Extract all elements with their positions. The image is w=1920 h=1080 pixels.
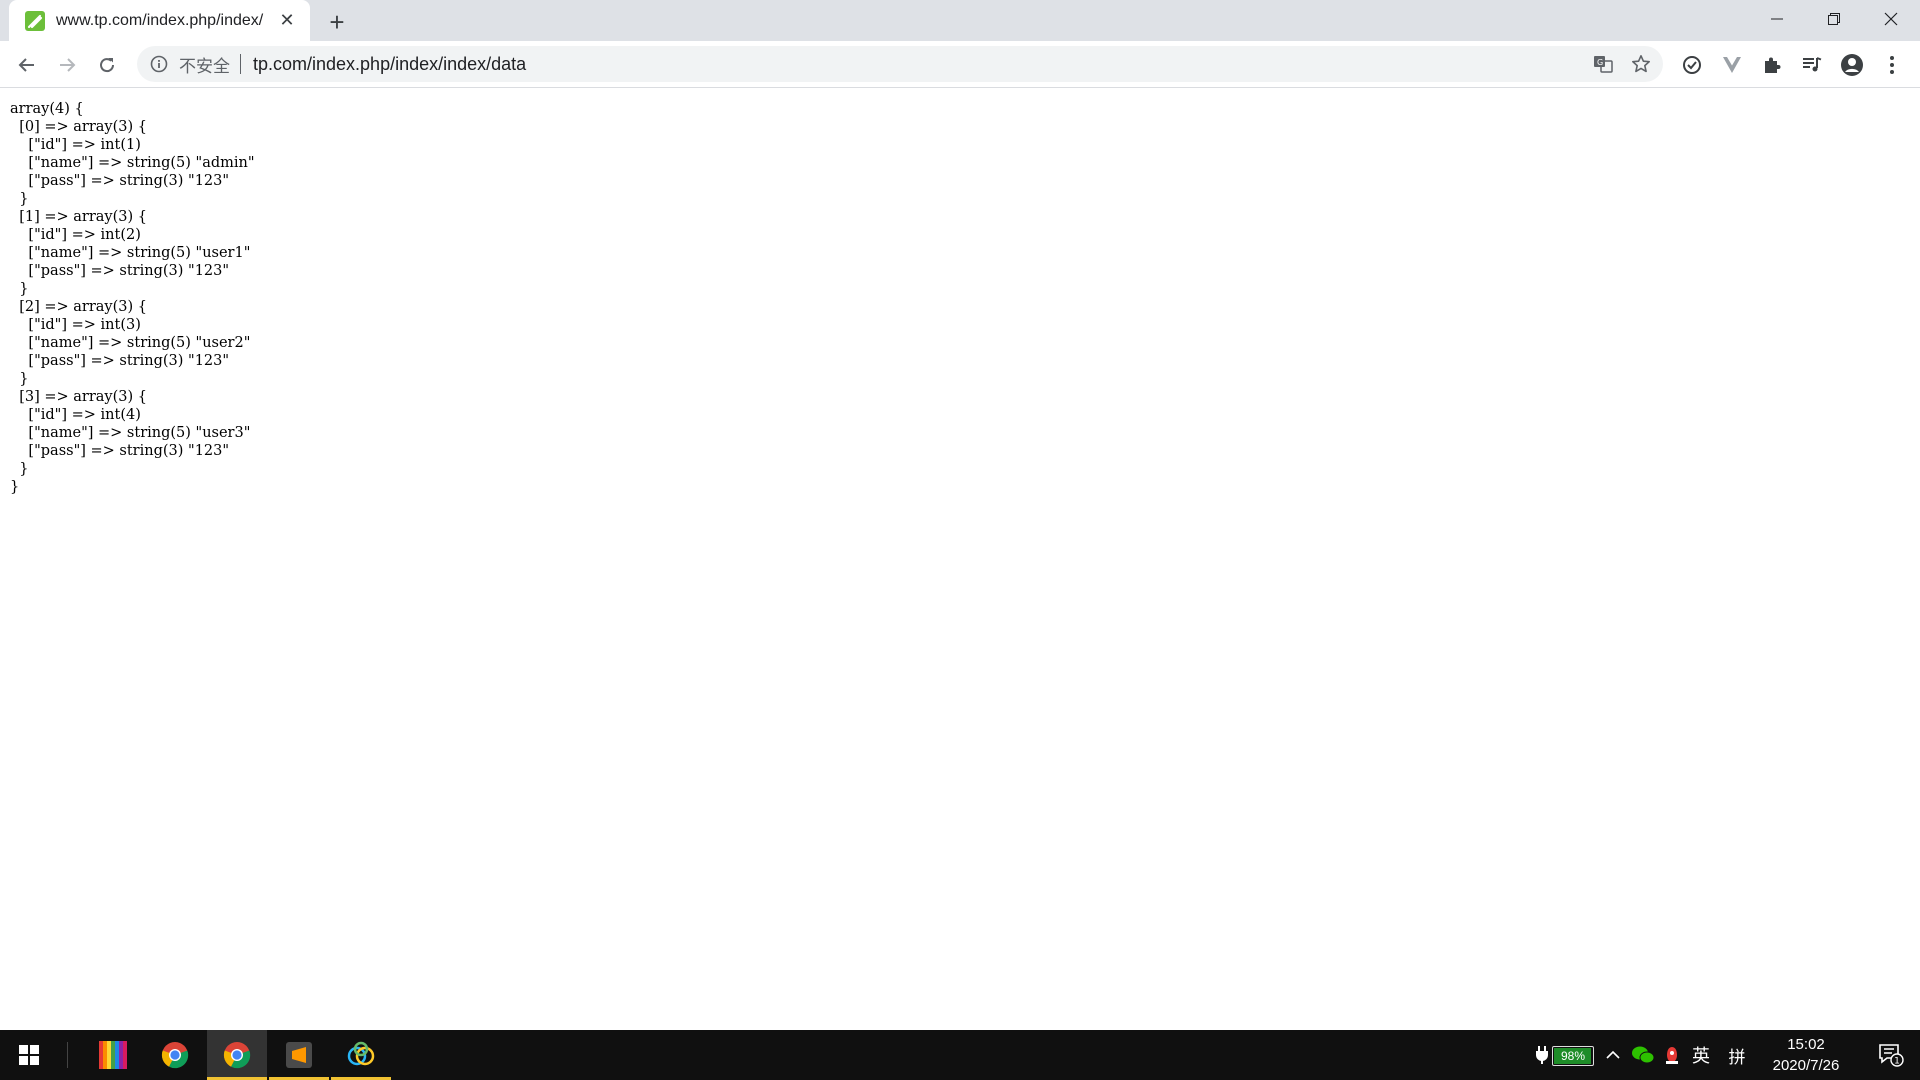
chevron-up-icon bbox=[1606, 1050, 1620, 1059]
profile-button[interactable] bbox=[1836, 49, 1868, 81]
var-dump-output: array(4) { [0] => array(3) { ["id"] => i… bbox=[10, 100, 255, 496]
dump-line: ["id"] => int(2) bbox=[10, 227, 141, 243]
dump-line: } bbox=[10, 191, 29, 207]
dump-line: ["pass"] => string(3) "123" bbox=[10, 353, 230, 369]
dump-line: [2] => array(3) { bbox=[10, 299, 147, 315]
new-tab-button[interactable]: + bbox=[323, 7, 351, 37]
thinkphp-favicon-icon bbox=[25, 10, 45, 31]
sublime-text-icon bbox=[286, 1042, 312, 1068]
show-hidden-icons-button[interactable] bbox=[1601, 1030, 1625, 1080]
start-button[interactable] bbox=[0, 1030, 58, 1080]
forward-button[interactable] bbox=[51, 49, 83, 81]
vue-devtools-icon bbox=[1723, 57, 1741, 73]
taskbar-app-hbuilder[interactable] bbox=[331, 1030, 391, 1080]
taskbar-app-chrome-active[interactable] bbox=[207, 1030, 267, 1080]
input-method-tray-icon[interactable] bbox=[1660, 1030, 1684, 1080]
dump-line: } bbox=[10, 479, 20, 495]
minimize-button[interactable] bbox=[1748, 0, 1805, 38]
dump-line: ["name"] => string(5) "user3" bbox=[10, 425, 251, 441]
tab-close-icon[interactable]: ✕ bbox=[276, 10, 298, 32]
chrome-icon bbox=[223, 1042, 251, 1069]
ime-mode-toggle[interactable]: 拼 bbox=[1724, 1030, 1750, 1080]
dump-line: ["pass"] => string(3) "123" bbox=[10, 443, 230, 459]
arrow-right-icon bbox=[60, 58, 76, 72]
wechat-tray-icon[interactable] bbox=[1629, 1030, 1657, 1080]
windows-taskbar: 98% 英 拼 15:02 2020/7/26 1 bbox=[0, 1030, 1920, 1080]
taskbar-app-colorful[interactable] bbox=[83, 1030, 143, 1080]
taskbar-divider bbox=[67, 1042, 68, 1068]
address-bar[interactable]: 不安全 tp.com/index.php/index/index/data G bbox=[137, 46, 1663, 82]
close-window-button[interactable] bbox=[1862, 0, 1919, 38]
extensions-button[interactable] bbox=[1756, 49, 1788, 81]
taskbar-app-chrome[interactable] bbox=[145, 1030, 205, 1080]
dump-line: [1] => array(3) { bbox=[10, 209, 147, 225]
sync-extension-icon bbox=[1683, 56, 1701, 74]
media-control-button[interactable] bbox=[1796, 49, 1828, 81]
more-vertical-icon bbox=[1890, 56, 1894, 74]
action-center-button[interactable]: 1 bbox=[1866, 1030, 1916, 1080]
restore-icon bbox=[1827, 13, 1840, 25]
page-viewport: array(4) { [0] => array(3) { ["id"] => i… bbox=[0, 89, 1920, 1029]
reload-button[interactable] bbox=[91, 49, 123, 81]
battery-percent: 98% bbox=[1560, 1049, 1586, 1063]
puzzle-icon bbox=[1765, 57, 1781, 73]
dump-line: array(4) { bbox=[10, 101, 84, 117]
dump-line: } bbox=[10, 461, 29, 477]
back-button[interactable] bbox=[11, 49, 43, 81]
taskbar-app-sublime[interactable] bbox=[269, 1030, 329, 1080]
bookmark-star-icon[interactable] bbox=[1625, 48, 1657, 80]
dump-line: } bbox=[10, 281, 29, 297]
omnibox-divider bbox=[240, 54, 241, 74]
sync-extension-button[interactable] bbox=[1676, 49, 1708, 81]
vue-devtools-button[interactable] bbox=[1716, 49, 1748, 81]
tab-title: www.tp.com/index.php/index/ bbox=[56, 11, 264, 29]
dump-line: ["name"] => string(5) "user1" bbox=[10, 245, 251, 261]
browser-toolbar: 不安全 tp.com/index.php/index/index/data G bbox=[0, 41, 1920, 88]
notification-count: 1 bbox=[1894, 1057, 1900, 1067]
dump-line: ["id"] => int(3) bbox=[10, 317, 141, 333]
power-plug-icon[interactable] bbox=[1532, 1030, 1552, 1080]
colorful-rings-app-icon bbox=[347, 1041, 375, 1066]
chrome-menu-button[interactable] bbox=[1876, 49, 1908, 81]
reload-icon bbox=[100, 58, 115, 73]
dump-line: [3] => array(3) { bbox=[10, 389, 147, 405]
tab-strip: www.tp.com/index.php/index/ ✕ + bbox=[0, 0, 1920, 41]
clock-date: 2020/7/26 bbox=[1772, 1057, 1840, 1074]
battery-indicator[interactable]: 98% bbox=[1552, 1046, 1594, 1066]
dump-line: [0] => array(3) { bbox=[10, 119, 147, 135]
svg-text:G: G bbox=[1597, 58, 1603, 67]
minimize-icon bbox=[1770, 18, 1783, 20]
dump-line: ["id"] => int(4) bbox=[10, 407, 141, 423]
arrow-left-icon bbox=[18, 58, 34, 72]
notification-icon: 1 bbox=[1879, 1044, 1904, 1067]
url-text[interactable]: tp.com/index.php/index/index/data bbox=[253, 54, 1587, 75]
info-icon[interactable] bbox=[149, 54, 169, 74]
dump-line: ["name"] => string(5) "user2" bbox=[10, 335, 251, 351]
dump-line: ["pass"] => string(3) "123" bbox=[10, 263, 230, 279]
rainbow-app-icon bbox=[99, 1041, 127, 1069]
dump-line: ["name"] => string(5) "admin" bbox=[10, 155, 255, 171]
media-queue-icon bbox=[1803, 57, 1822, 72]
chrome-icon bbox=[161, 1042, 189, 1069]
system-clock[interactable]: 15:02 2020/7/26 bbox=[1760, 1034, 1852, 1076]
clock-time: 15:02 bbox=[1787, 1036, 1825, 1053]
account-avatar-icon bbox=[1841, 54, 1863, 76]
dump-line: } bbox=[10, 371, 29, 387]
windows-logo-icon bbox=[19, 1045, 39, 1065]
restore-button[interactable] bbox=[1805, 0, 1862, 38]
dump-line: ["pass"] => string(3) "123" bbox=[10, 173, 230, 189]
security-label[interactable]: 不安全 bbox=[179, 52, 230, 77]
browser-tab[interactable]: www.tp.com/index.php/index/ ✕ bbox=[9, 0, 310, 41]
dump-line: ["id"] => int(1) bbox=[10, 137, 141, 153]
close-icon bbox=[1884, 12, 1897, 26]
ime-language-toggle[interactable]: 英 bbox=[1688, 1030, 1714, 1080]
translate-icon[interactable]: G bbox=[1587, 48, 1619, 80]
